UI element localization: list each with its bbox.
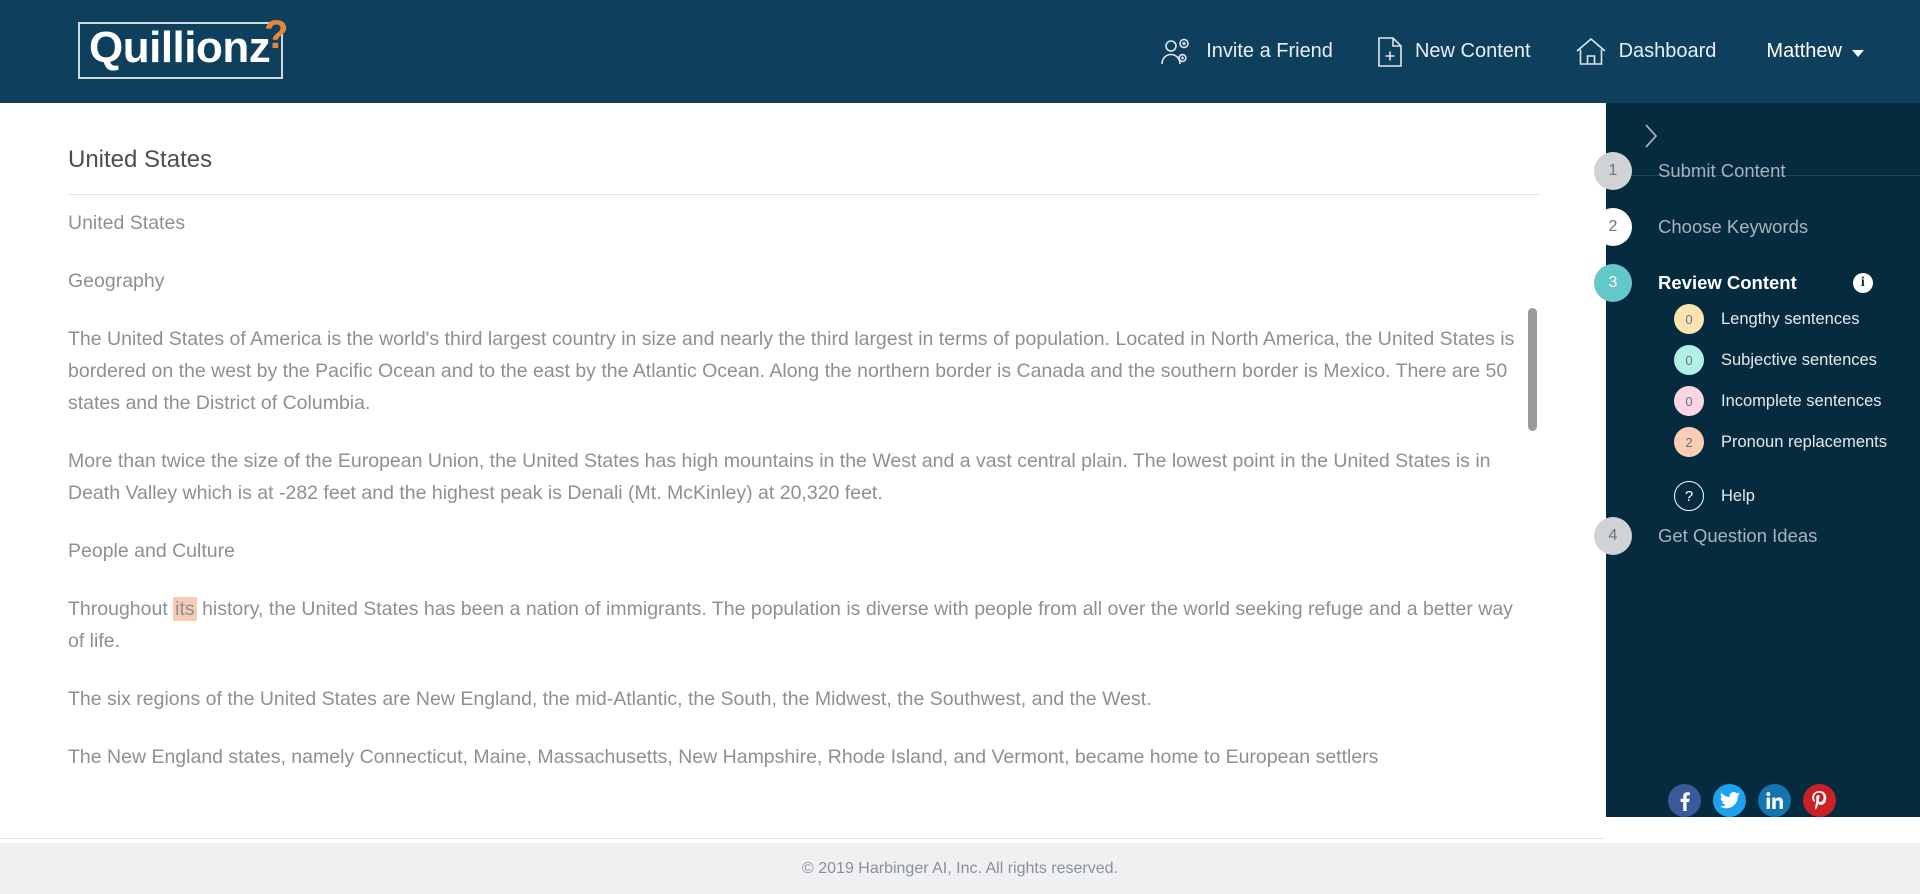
content-scrollbar-track[interactable]: [1528, 207, 1538, 727]
sidebar-step-submit-content-label: Submit Content: [1658, 160, 1786, 181]
content-paragraph: Geography: [68, 270, 165, 292]
home-icon: [1575, 37, 1607, 67]
metric-lengthy-label: Lengthy sentences: [1721, 309, 1860, 328]
nav-dashboard-label: Dashboard: [1618, 40, 1717, 62]
help-button[interactable]: ? Help: [1674, 481, 1755, 511]
sidebar-step-choose-keywords-label: Choose Keywords: [1658, 216, 1809, 237]
step-3-number: 3: [1594, 264, 1632, 302]
social-links: [1668, 784, 1836, 817]
app-header: Quillionz ? Invite a Friend New Content …: [0, 0, 1920, 103]
metric-pronoun-label: Pronoun replacements: [1721, 432, 1888, 451]
metric-subjective-label: Subjective sentences: [1721, 350, 1877, 369]
copyright-text: © 2019 Harbinger AI, Inc. All rights res…: [802, 859, 1118, 877]
workflow-sidebar: 1 Submit Content 2 Choose Keywords 3 Rev…: [1594, 103, 1920, 817]
content-scroll-area[interactable]: United States Geography The United States …: [68, 207, 1548, 832]
metric-lengthy-sentences[interactable]: 0 Lengthy sentences: [1674, 304, 1860, 334]
content-paragraph: Throughout its history, the United State…: [68, 597, 1513, 652]
sidebar-step-review-content-label: Review Content: [1658, 272, 1797, 293]
logo-text: Quillionz: [89, 23, 271, 72]
sidebar-step-get-question-ideas-label: Get Question Ideas: [1658, 525, 1818, 546]
facebook-icon[interactable]: [1668, 784, 1701, 817]
sidebar-collapse-button[interactable]: [1634, 119, 1668, 153]
content-body: United States Geography The United States …: [68, 207, 1523, 773]
new-content-icon: [1377, 36, 1403, 68]
metric-subjective-badge: 0: [1674, 345, 1704, 375]
sidebar-step-choose-keywords[interactable]: 2 Choose Keywords: [1594, 208, 1809, 246]
content-paragraph: More than twice the size of the European…: [68, 450, 1491, 504]
nav-dashboard[interactable]: Dashboard: [1553, 0, 1739, 103]
metric-incomplete-sentences[interactable]: 0 Incomplete sentences: [1674, 386, 1882, 416]
linkedin-icon[interactable]: [1758, 784, 1791, 817]
pinterest-icon[interactable]: [1803, 784, 1836, 817]
user-menu[interactable]: Matthew: [1738, 0, 1884, 103]
metric-lengthy-badge: 0: [1674, 304, 1704, 334]
help-label: Help: [1721, 486, 1755, 505]
content-paragraph: People and Culture: [68, 540, 235, 562]
title-divider: [68, 194, 1541, 195]
metric-incomplete-badge: 0: [1674, 386, 1704, 416]
content-paragraph: United States: [68, 212, 186, 234]
metric-incomplete-label: Incomplete sentences: [1721, 391, 1882, 410]
metric-subjective-sentences[interactable]: 0 Subjective sentences: [1674, 345, 1877, 375]
user-name-label: Matthew: [1766, 40, 1842, 62]
logo-question-mark-icon: ?: [264, 13, 289, 57]
question-mark-icon: ?: [1674, 481, 1704, 511]
nav-new-content-label: New Content: [1414, 40, 1531, 62]
twitter-icon[interactable]: [1713, 784, 1746, 817]
sidebar-step-get-question-ideas[interactable]: 4 Get Question Ideas: [1594, 517, 1818, 555]
chevron-down-icon: [1852, 49, 1864, 57]
review-content-info-icon[interactable]: i: [1852, 273, 1873, 293]
step-4-number: 4: [1594, 517, 1632, 555]
nav-invite-a-friend-label: Invite a Friend: [1206, 40, 1333, 62]
content-scrollbar-thumb[interactable]: [1528, 308, 1537, 431]
content-paragraph: The New England states, namely Connectic…: [68, 746, 1379, 768]
header-nav: Invite a Friend New Content Dashboard Ma…: [1138, 0, 1884, 103]
content-paragraph: The United States of America is the worl…: [68, 328, 1515, 414]
content-paragraph: The six regions of the United States are…: [68, 688, 1152, 710]
quillionz-logo[interactable]: Quillionz ?: [78, 13, 293, 80]
pronoun-highlight[interactable]: its: [173, 597, 197, 621]
metric-pronoun-replacements[interactable]: 2 Pronoun replacements: [1674, 427, 1887, 457]
app-footer: © 2019 Harbinger AI, Inc. All rights res…: [0, 843, 1920, 894]
page-title: United States: [68, 146, 213, 173]
step-1-number: 1: [1594, 152, 1632, 190]
invite-friend-icon: [1160, 37, 1194, 67]
sidebar-step-submit-content[interactable]: 1 Submit Content: [1594, 152, 1786, 190]
nav-invite-a-friend[interactable]: Invite a Friend: [1138, 0, 1355, 103]
nav-new-content[interactable]: New Content: [1355, 0, 1553, 103]
sidebar-step-review-content[interactable]: 3 Review Content i: [1594, 264, 1873, 302]
step-2-number: 2: [1594, 208, 1632, 246]
metric-pronoun-badge: 2: [1674, 427, 1704, 457]
content-panel: United States United States Geography The …: [0, 103, 1606, 894]
